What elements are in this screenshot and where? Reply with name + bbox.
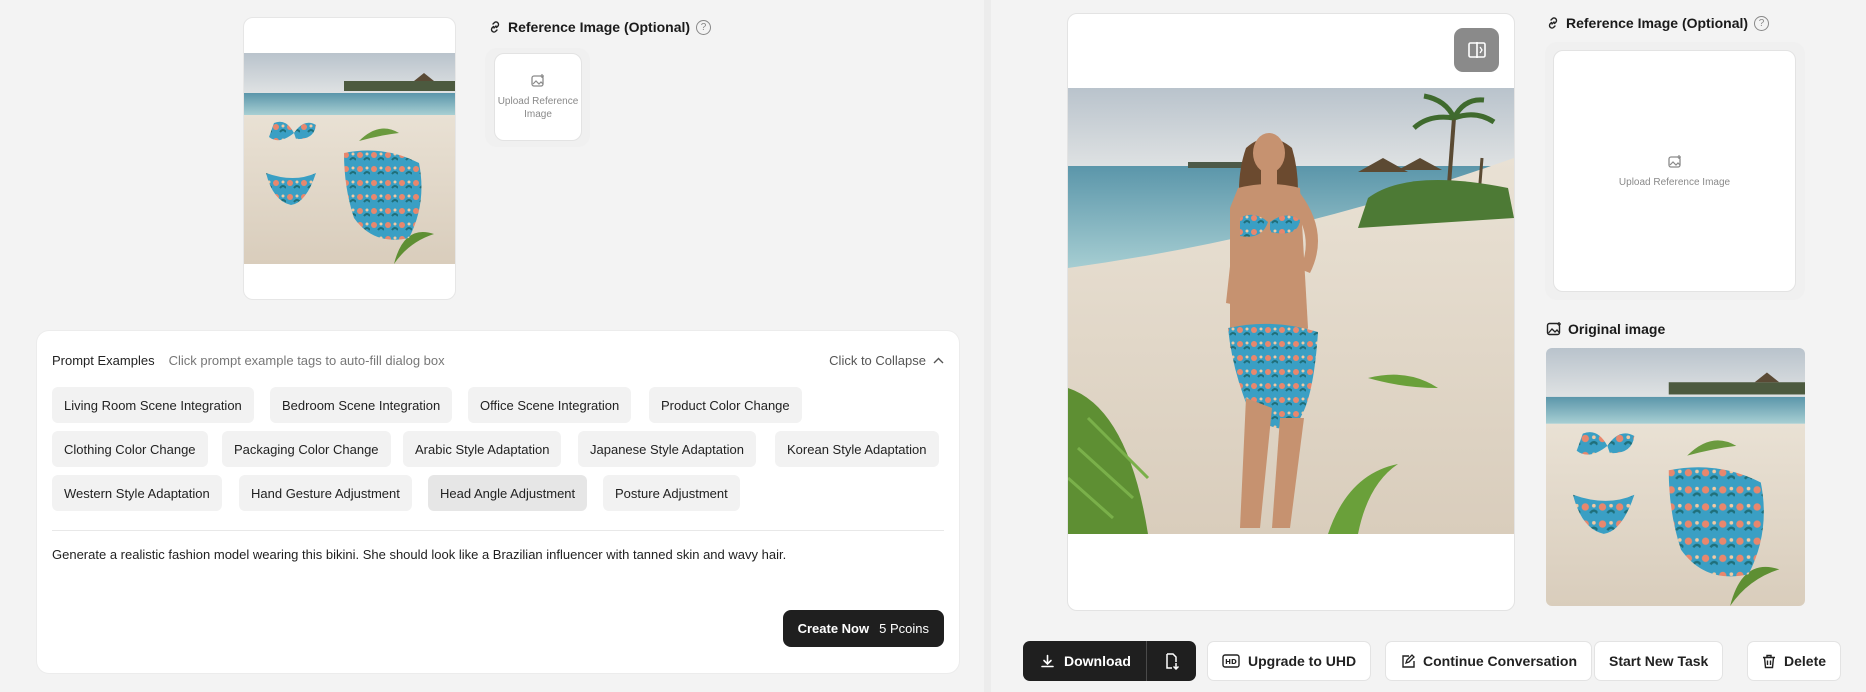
reference-upload-box[interactable]: Upload Reference Image (494, 53, 582, 141)
reference-image-label: Reference Image (Optional) ? (488, 19, 712, 35)
generated-image[interactable] (1068, 88, 1514, 534)
file-download-icon (1164, 652, 1180, 670)
download-button[interactable]: Download (1023, 641, 1146, 681)
chevron-up-icon (933, 357, 944, 364)
prompt-tag[interactable]: Arabic Style Adaptation (403, 431, 562, 467)
prompt-tag[interactable]: Western Style Adaptation (52, 475, 222, 511)
delete-button[interactable]: Delete (1747, 641, 1842, 681)
cost-badge: 5 Pcoins (879, 621, 929, 636)
image-upload-icon (530, 73, 546, 89)
create-now-button[interactable]: Create Now 5 Pcoins (782, 610, 944, 647)
reference-upload-box-right[interactable]: Upload Reference Image (1553, 50, 1796, 292)
prompt-tag[interactable]: Bedroom Scene Integration (270, 387, 453, 423)
trash-icon (1762, 654, 1776, 669)
divider (52, 530, 944, 531)
help-icon[interactable]: ? (1754, 15, 1770, 31)
result-card (1067, 13, 1515, 611)
link-icon (488, 20, 502, 34)
svg-text:HD: HD (1225, 658, 1237, 666)
link-icon (1546, 16, 1560, 30)
reference-image-label-right: Reference Image (Optional) ? (1546, 15, 1770, 31)
start-new-task-button[interactable]: Start New Task (1594, 641, 1724, 681)
prompt-input[interactable]: Generate a realistic fashion model weari… (52, 546, 939, 564)
prompt-tag[interactable]: Japanese Style Adaptation (578, 431, 756, 467)
continue-conversation-button[interactable]: Continue Conversation (1385, 641, 1593, 681)
download-button-group: Download (1023, 641, 1196, 681)
upgrade-uhd-button[interactable]: HD Upgrade to UHD (1207, 641, 1372, 681)
prompt-tag[interactable]: Hand Gesture Adjustment (239, 475, 412, 511)
prompt-tag[interactable]: Packaging Color Change (222, 431, 391, 467)
compare-icon (1467, 41, 1487, 59)
original-image[interactable] (1546, 348, 1805, 606)
product-image (244, 53, 455, 264)
image-upload-icon (1667, 154, 1683, 170)
prompt-card: Prompt Examples Click prompt example tag… (37, 331, 959, 673)
upload-reference-text: Upload Reference Image (1618, 176, 1731, 188)
prompt-tag[interactable]: Office Scene Integration (468, 387, 632, 423)
upload-reference-text: Upload Reference Image (497, 96, 579, 120)
prompt-examples-title: Prompt Examples (52, 353, 155, 368)
prompt-tag[interactable]: Posture Adjustment (603, 475, 740, 511)
prompt-tag[interactable]: Korean Style Adaptation (775, 431, 939, 467)
prompt-examples-hint: Click prompt example tags to auto-fill d… (168, 353, 445, 368)
prompt-tag[interactable]: Product Color Change (649, 387, 802, 423)
prompt-header: Prompt Examples Click prompt example tag… (52, 353, 944, 368)
original-image-card (1546, 348, 1805, 606)
collapse-toggle[interactable]: Click to Collapse (829, 353, 944, 368)
product-thumbnail-card (243, 17, 456, 300)
help-icon[interactable]: ? (696, 19, 712, 35)
compare-button[interactable] (1454, 28, 1499, 72)
edit-icon (1400, 653, 1415, 669)
hd-icon: HD (1222, 654, 1240, 668)
download-options-button[interactable] (1147, 641, 1196, 681)
download-icon (1040, 654, 1055, 669)
prompt-tag[interactable]: Living Room Scene Integration (52, 387, 254, 423)
prompt-tag[interactable]: Clothing Color Change (52, 431, 208, 467)
prompt-tag-active[interactable]: Head Angle Adjustment (428, 475, 588, 511)
original-image-label: Original image (1546, 321, 1665, 337)
image-icon (1546, 321, 1562, 337)
